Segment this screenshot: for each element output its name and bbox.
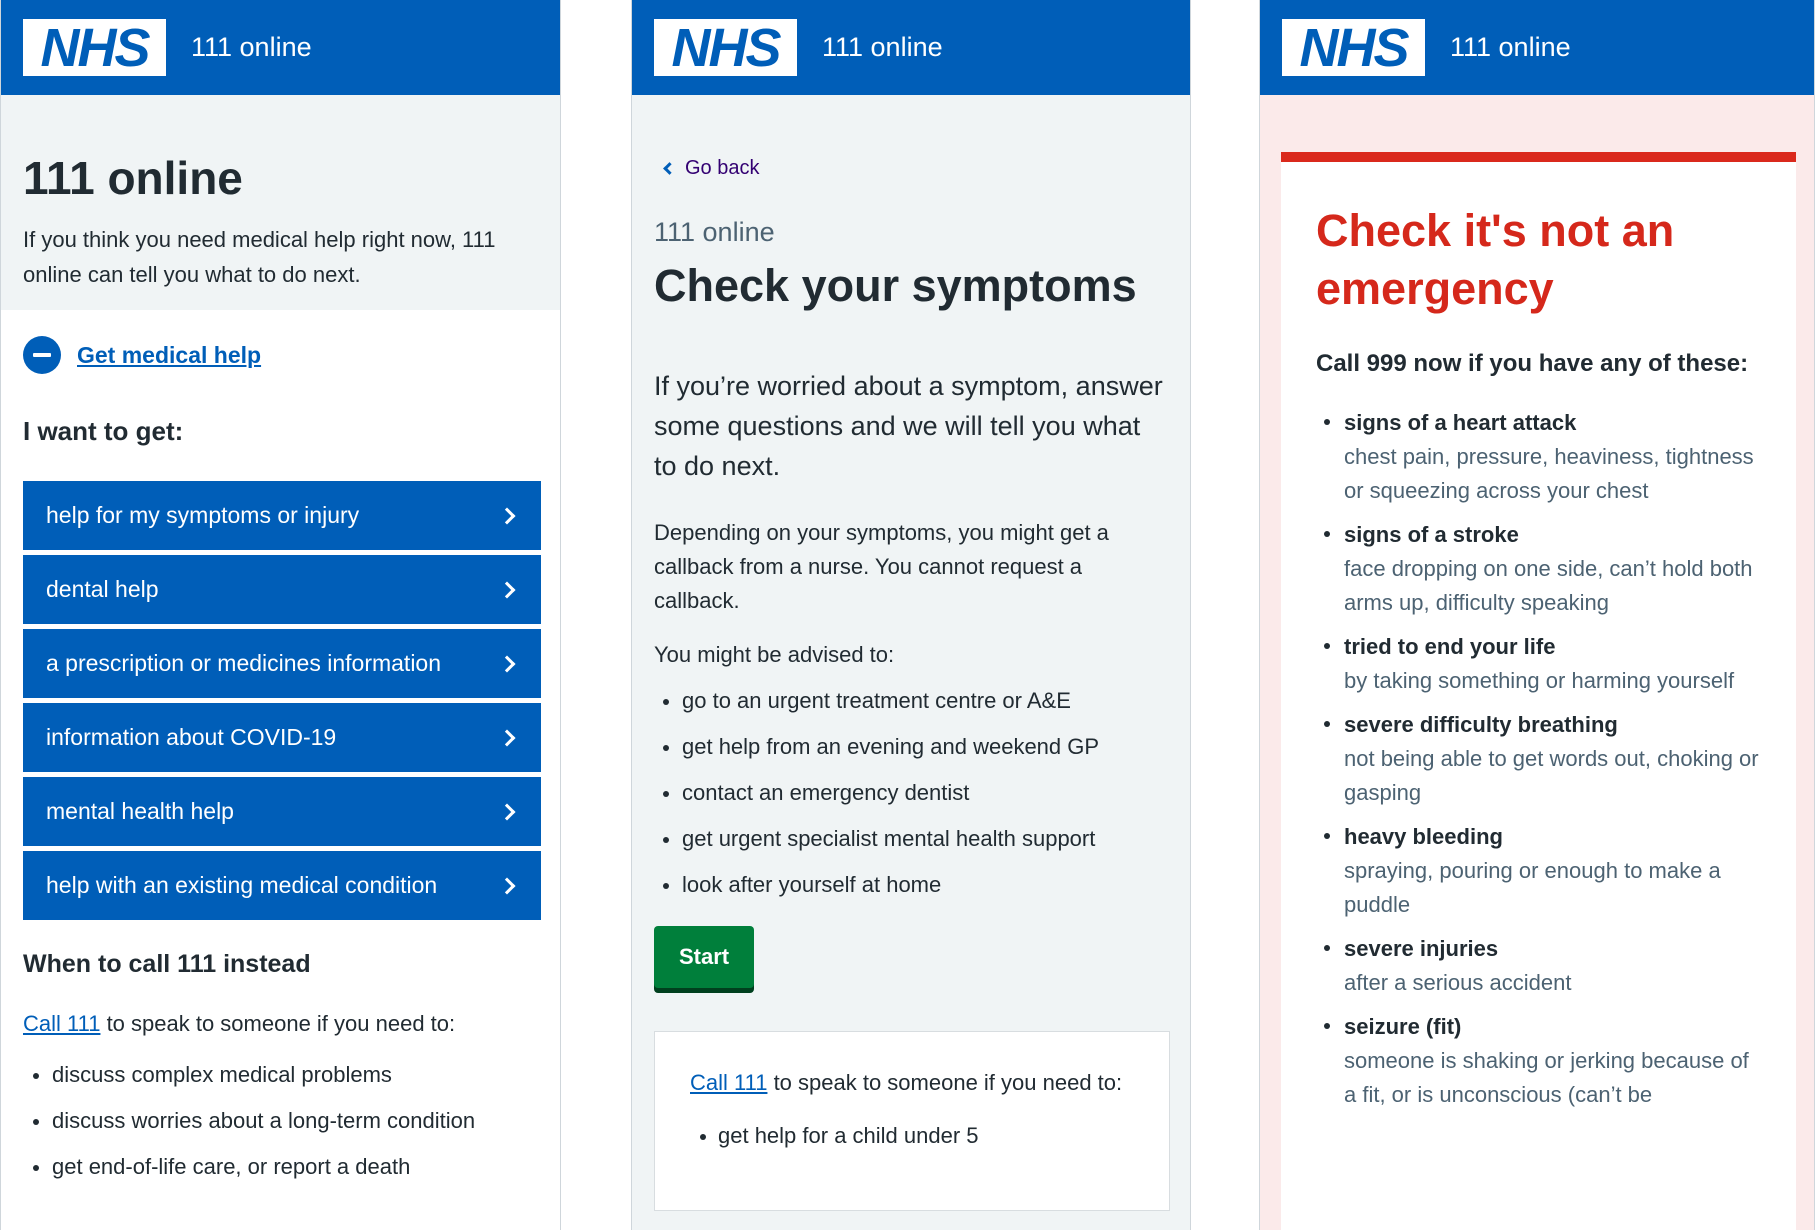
list-item: get help for a child under 5: [690, 1123, 1135, 1149]
nhs-logo[interactable]: NHS: [654, 19, 797, 76]
call-111-heading: When to call 111 instead: [23, 950, 311, 978]
call-111-reasons: discuss complex medical problems discuss…: [23, 1062, 541, 1200]
emergency-card: Check it's not an emergency Call 999 now…: [1281, 152, 1796, 1230]
option-label: information about COVID-19: [46, 724, 337, 750]
emergency-item-title: signs of a heart attack: [1344, 410, 1577, 435]
chevron-right-icon: [498, 655, 516, 672]
nhs-logo[interactable]: NHS: [1282, 19, 1425, 76]
service-name[interactable]: 111 online: [822, 32, 943, 63]
page-caption: 111 online: [654, 217, 775, 247]
option-label: dental help: [46, 576, 159, 602]
site-header: NHS 111 online: [1, 0, 560, 95]
hero: 111 online If you think you need medical…: [1, 95, 560, 310]
call-111-link[interactable]: Call 111: [690, 1070, 767, 1095]
go-back-label: Go back: [685, 156, 760, 179]
emergency-item-title: tried to end your life: [1344, 634, 1556, 659]
want-heading: I want to get:: [23, 416, 184, 446]
list-item: discuss worries about a long-term condit…: [23, 1108, 541, 1154]
option-mental-health-button[interactable]: mental health help: [23, 777, 541, 846]
call-111-card: Call 111 to speak to someone if you need…: [654, 1030, 1170, 1211]
go-back-link[interactable]: Go back: [654, 157, 1170, 179]
chevron-right-icon: [498, 803, 516, 820]
call-111-text: Call 111 to speak to someone if you need…: [690, 1066, 1135, 1100]
get-medical-help: Get medical help: [23, 334, 541, 376]
service-name[interactable]: 111 online: [191, 32, 312, 63]
minus-circle-icon[interactable]: [23, 336, 61, 374]
option-label: a prescription or medicines information: [46, 650, 442, 676]
call-111-suffix: to speak to someone if you need to:: [100, 1011, 456, 1036]
list-item: discuss complex medical problems: [23, 1062, 541, 1108]
emergency-item-title: signs of a stroke: [1344, 522, 1519, 547]
emergency-item-desc: by taking something or harming yourself: [1344, 668, 1735, 693]
list-item: contact an emergency dentist: [654, 780, 1170, 826]
page-title: Check your symptoms: [654, 260, 1137, 311]
screen-emergency-check: NHS 111 online Check it's not an emergen…: [1259, 0, 1815, 1230]
list-item: severe injuries after a serious accident: [1316, 932, 1766, 1000]
emergency-item-title: seizure (fit): [1344, 1014, 1462, 1039]
list-item: get urgent specialist mental health supp…: [654, 826, 1170, 872]
chevron-right-icon: [498, 729, 516, 746]
emergency-item-desc: spraying, pouring or enough to make a pu…: [1344, 858, 1721, 917]
list-item: get end-of-life care, or report a death: [23, 1154, 541, 1200]
list-item: seizure (fit) someone is shaking or jerki…: [1316, 1010, 1766, 1112]
callback-text: Depending on your symptoms, you might ge…: [654, 519, 1109, 613]
option-label: help with an existing medical condition: [46, 872, 438, 898]
options-list: help for my symptoms or injury dental he…: [23, 481, 541, 920]
start-button[interactable]: Start: [654, 925, 755, 988]
chevron-right-icon: [498, 581, 516, 598]
chevron-left-icon: [663, 161, 676, 175]
emergency-item-desc: after a serious accident: [1344, 970, 1572, 995]
emergency-item-desc: not being able to get words out, choking…: [1344, 746, 1759, 805]
list-item: signs of a stroke face dropping on one si…: [1316, 518, 1766, 620]
option-dental-button[interactable]: dental help: [23, 555, 541, 624]
site-header: NHS 111 online: [632, 0, 1190, 95]
list-item: get help from an evening and weekend GP: [654, 734, 1170, 780]
get-medical-help-link[interactable]: Get medical help: [77, 342, 261, 369]
lede-text: If you’re worried about a symptom, answe…: [654, 370, 1163, 481]
option-prescription-button[interactable]: a prescription or medicines information: [23, 629, 541, 698]
emergency-item-desc: someone is shaking or jerking because of…: [1344, 1048, 1749, 1107]
intro-text: If you think you need medical help right…: [23, 226, 496, 287]
screen-111-home: NHS 111 online 111 online If you think y…: [0, 0, 561, 1230]
option-covid-button[interactable]: information about COVID-19: [23, 703, 541, 772]
emergency-list: signs of a heart attack chest pain, press…: [1316, 406, 1766, 1112]
list-item: heavy bleeding spraying, pouring or enoug…: [1316, 820, 1766, 922]
call-111-suffix: to speak to someone if you need to:: [767, 1069, 1123, 1095]
call-111-reasons: get help for a child under 5: [690, 1123, 1135, 1149]
emergency-lead: Call 999 now if you have any of these:: [1316, 350, 1749, 377]
page-title: 111 online: [23, 152, 243, 204]
list-item: severe difficulty breathing not being abl…: [1316, 708, 1766, 810]
emergency-item-title: heavy bleeding: [1344, 824, 1503, 849]
emergency-item-desc: chest pain, pressure, heaviness, tightne…: [1344, 444, 1754, 503]
main-content: Go back 111 online Check your symptoms I…: [654, 95, 1170, 1211]
list-item: look after yourself at home: [654, 872, 1170, 918]
option-label: help for my symptoms or injury: [46, 502, 360, 528]
call-111-text: Call 111 to speak to someone if you need…: [23, 1009, 541, 1040]
emergency-item-desc: face dropping on one side, can’t hold bo…: [1344, 556, 1753, 615]
emergency-title: Check it's not an emergency: [1316, 205, 1675, 314]
call-111-link[interactable]: Call 111: [23, 1011, 100, 1036]
emergency-item-title: severe difficulty breathing: [1344, 712, 1618, 737]
advised-text: You might be advised to:: [654, 641, 895, 667]
option-existing-condition-button[interactable]: help with an existing medical condition: [23, 851, 541, 920]
option-label: mental health help: [46, 798, 234, 824]
nhs-logo[interactable]: NHS: [23, 19, 166, 76]
screen-check-symptoms: NHS 111 online Go back 111 online Check …: [631, 0, 1191, 1230]
advice-list: go to an urgent treatment centre or A&E …: [654, 688, 1170, 918]
main-content: Get medical help I want to get: help for…: [23, 334, 541, 1200]
site-header: NHS 111 online: [1260, 0, 1814, 95]
list-item: signs of a heart attack chest pain, press…: [1316, 406, 1766, 508]
chevron-right-icon: [498, 507, 516, 524]
list-item: go to an urgent treatment centre or A&E: [654, 688, 1170, 734]
chevron-right-icon: [498, 877, 516, 894]
option-symptoms-button[interactable]: help for my symptoms or injury: [23, 481, 541, 550]
list-item: tried to end your life by taking somethin…: [1316, 630, 1766, 698]
emergency-item-title: severe injuries: [1344, 936, 1499, 961]
service-name[interactable]: 111 online: [1450, 32, 1571, 63]
